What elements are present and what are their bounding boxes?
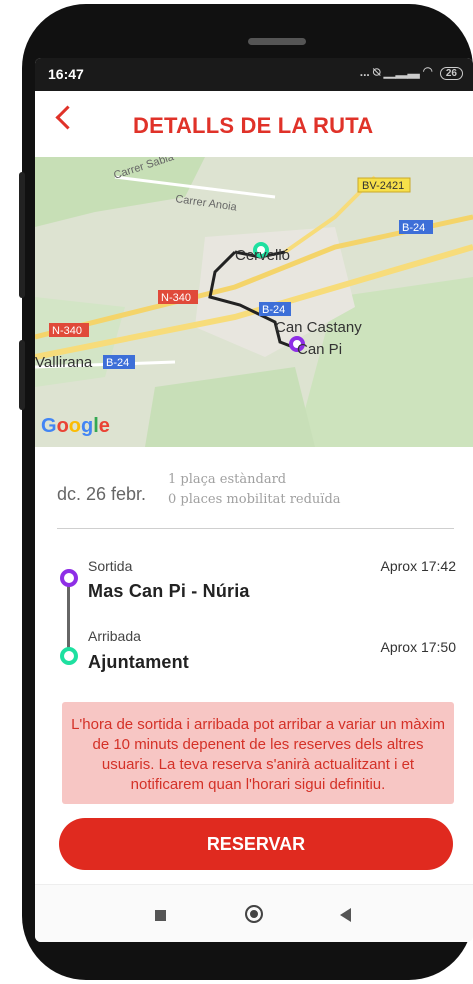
status-time: 16:47: [48, 66, 84, 82]
google-logo: Google: [41, 415, 110, 437]
system-nav-bar: [35, 884, 473, 942]
map-label-can-castany: Can Castany: [275, 319, 362, 336]
departure-stop-name: Mas Can Pi - Núria: [88, 581, 250, 601]
map-label-bv2421: BV-2421: [362, 180, 404, 192]
departure-dot-icon: [60, 569, 78, 587]
side-button-power: [19, 340, 25, 410]
page-title: DETALLS DE LA RUTA: [133, 113, 374, 138]
map-label-n340-a: N-340: [161, 292, 191, 304]
chevron-left-icon[interactable]: [55, 105, 80, 130]
app-screen: 16:47 ... ⍉ ▁▂▃ ◠ 26 DETALLS DE LA RUTA: [35, 58, 473, 942]
app-header: DETALLS DE LA RUTA: [35, 91, 473, 157]
map-label-vallirana: Vallirana: [35, 354, 93, 371]
route-map[interactable]: Carrer Sabia Carrer Anoia BV-2421 B-24 B…: [35, 157, 473, 447]
recents-icon[interactable]: [155, 910, 166, 921]
back-icon[interactable]: [340, 908, 351, 922]
home-icon[interactable]: [245, 905, 263, 923]
trip-date: dc. 26 febr.: [57, 484, 147, 504]
status-icons: ... ⍉ ▁▂▃ ◠ 26: [360, 65, 463, 80]
reserve-button[interactable]: RESERVAR: [59, 818, 453, 870]
map-label-b24-b: B-24: [262, 304, 285, 316]
status-bar: 16:47 ... ⍉ ▁▂▃ ◠ 26: [35, 58, 473, 91]
more-dots-icon: ...: [359, 65, 370, 79]
signal-icon: ▁▂▃: [383, 65, 420, 79]
map-label-b24-c: B-24: [106, 357, 129, 369]
departure-time: Aprox 17:42: [380, 558, 457, 574]
seat-info: 1 plaça estàndard 0 places mobilitat red…: [168, 470, 341, 510]
divider: [57, 528, 454, 529]
standard-seats: 1 plaça estàndard: [168, 472, 287, 487]
reduced-mobility-seats: 0 places mobilitat reduïda: [168, 492, 341, 507]
map-label-can-pi: Can Pi: [297, 341, 342, 358]
no-notify-icon: ⍉: [373, 65, 381, 79]
battery-icon: 26: [439, 67, 463, 80]
map-label-cervello: Cervelló: [235, 247, 290, 264]
arrival-stop-name: Ajuntament: [88, 652, 189, 672]
side-button-volume: [19, 172, 25, 298]
wifi-icon: ◠: [423, 65, 433, 79]
arrival-label: Arribada: [88, 628, 141, 644]
departure-label: Sortida: [88, 558, 133, 574]
map-label-n340-b: N-340: [52, 325, 82, 337]
schedule-notice: L'hora de sortida i arribada pot arribar…: [62, 702, 454, 804]
arrival-time: Aprox 17:50: [380, 639, 457, 655]
route-timeline-line: [67, 578, 70, 654]
map-canvas: Carrer Sabia Carrer Anoia BV-2421 B-24 B…: [35, 157, 473, 447]
arrival-dot-icon: [60, 647, 78, 665]
speaker-grille: [248, 38, 306, 45]
map-label-b24-a: B-24: [402, 222, 425, 234]
